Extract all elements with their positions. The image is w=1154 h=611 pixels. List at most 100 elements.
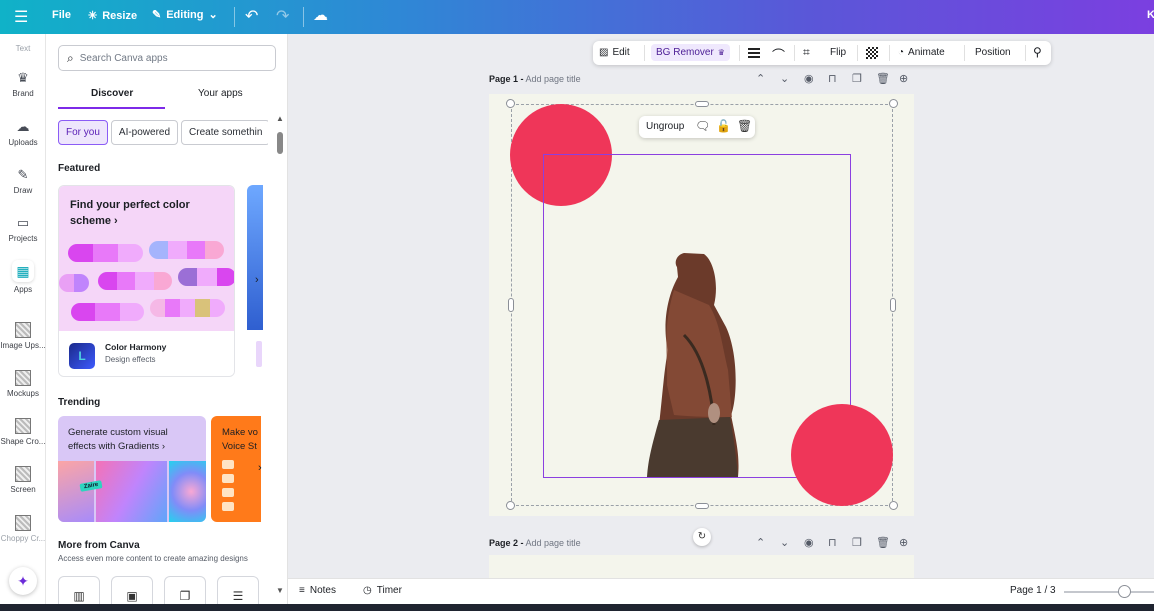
resize-handle[interactable]	[506, 501, 515, 510]
rotate-handle-icon[interactable]: ↻	[693, 528, 711, 546]
scroll-up-icon[interactable]: ▲	[276, 114, 284, 123]
ungroup-button[interactable]: Ungroup	[646, 121, 684, 132]
editing-mode-button[interactable]: ✎ Editing ⌄	[152, 8, 218, 22]
cloud-save-icon[interactable]: ☁	[313, 6, 328, 24]
rail-item-text[interactable]: Text	[0, 44, 46, 53]
database-icon[interactable]: ☰	[217, 576, 259, 604]
context-toolbar: ▨ Edit BG Remover ♛ ⌒ ⌗ Flip ◔ Animate Posi…	[593, 41, 1051, 65]
chevron-down-icon[interactable]: ⌄	[780, 536, 789, 549]
more-from-canva-list: ▥ ▣ ❐ ☰	[58, 576, 278, 604]
flip-button[interactable]: Flip	[830, 47, 846, 58]
rail-item-apps[interactable]: ▦ Apps	[0, 260, 46, 294]
notes-button[interactable]: ≡ Notes	[299, 585, 336, 596]
chip-for-you[interactable]: For you	[58, 120, 108, 145]
tab-your-apps[interactable]: Your apps	[198, 88, 243, 99]
pencil-icon: ✎	[152, 9, 162, 21]
chip-ai-powered[interactable]: AI-powered	[110, 120, 179, 145]
rail-item-mockups[interactable]: Mockups	[0, 370, 46, 398]
delete-page-icon[interactable]: 🗑	[876, 536, 890, 549]
rail-item-shape-crop[interactable]: Shape Cro...	[0, 418, 46, 446]
rail-item-projects[interactable]: ▭ Projects	[0, 215, 46, 243]
copy-icon[interactable]: ❐	[164, 576, 206, 604]
resize-handle[interactable]	[695, 503, 709, 509]
apps-grid-icon: ▦	[12, 260, 34, 282]
page-2-title-input[interactable]: Add page title	[526, 538, 581, 548]
tab-discover[interactable]: Discover	[91, 88, 133, 99]
page-2-canvas[interactable]	[489, 555, 914, 578]
duplicate-page-icon[interactable]: ❐	[852, 536, 862, 549]
folder-icon: ▭	[16, 215, 30, 230]
add-page-icon[interactable]: ⊕	[899, 72, 908, 85]
timer-button[interactable]: ◷ Timer	[363, 585, 402, 596]
featured-card-next-peek[interactable]	[247, 185, 263, 330]
trending-card-gradients[interactable]: Generate custom visual effects with Grad…	[58, 416, 206, 522]
carousel-next-icon[interactable]: ›	[255, 274, 259, 286]
unlock-icon[interactable]: 🔓	[716, 119, 731, 133]
magic-sparkle-icon[interactable]: ✦	[9, 567, 37, 595]
crown-icon: ♛	[717, 48, 725, 57]
chevron-up-icon[interactable]: ⌃	[756, 536, 765, 549]
transparency-icon[interactable]	[866, 47, 878, 59]
animate-button[interactable]: ◔ Animate	[898, 47, 945, 58]
resize-handle[interactable]	[890, 298, 896, 312]
chevron-up-icon[interactable]: ⌃	[756, 72, 765, 85]
comment-add-icon[interactable]: 🗨	[695, 119, 710, 133]
play-icon	[222, 474, 234, 483]
hide-page-icon[interactable]: ◉	[804, 536, 814, 549]
redo-icon[interactable]: ↷	[276, 6, 289, 26]
delete-page-icon[interactable]: 🗑	[876, 72, 890, 85]
rail-item-screen[interactable]: Screen	[0, 466, 46, 494]
resize-handle[interactable]	[506, 99, 515, 108]
swatch-pill	[98, 272, 172, 290]
resize-button[interactable]: ✳ Resize	[88, 9, 137, 23]
left-rail: Text ♛ Brand ☁ Uploads ✎ Draw ▭ Projects ▦ Ap…	[0, 34, 46, 604]
red-circle-shape[interactable]	[791, 404, 893, 506]
file-menu[interactable]: File	[52, 9, 71, 21]
resize-handle[interactable]	[889, 501, 898, 510]
page-indicator[interactable]: Page 1 / 3	[1010, 585, 1056, 596]
add-page-icon[interactable]: ⊕	[899, 536, 908, 549]
bg-remover-button[interactable]: BG Remover ♛	[651, 44, 730, 61]
trash-icon[interactable]: 🗑	[737, 119, 752, 133]
resize-handle[interactable]	[508, 298, 514, 312]
page-1-title-input[interactable]: Add page title	[526, 74, 581, 84]
corner-rounding-icon[interactable]: ⌒	[772, 45, 785, 64]
rail-item-uploads[interactable]: ☁ Uploads	[0, 119, 46, 147]
notes-icon: ≡	[299, 585, 305, 596]
search-input[interactable]: ⌕ Search Canva apps	[58, 45, 276, 71]
resize-handle[interactable]	[889, 99, 898, 108]
rail-item-image-upscaler[interactable]: Image Ups...	[0, 322, 46, 350]
image-icon[interactable]: ▣	[111, 576, 153, 604]
mockups-icon	[15, 370, 31, 386]
scroll-thumb[interactable]	[277, 132, 283, 154]
hide-page-icon[interactable]: ◉	[804, 72, 814, 85]
position-button[interactable]: Position	[975, 47, 1011, 58]
scrollbar[interactable]: ▲ ▼	[275, 112, 285, 598]
more-subheading: Access even more content to create amazi…	[58, 554, 248, 563]
carousel-next-icon[interactable]: ›	[258, 462, 262, 474]
chart-icon[interactable]: ▥	[58, 576, 100, 604]
hamburger-icon[interactable]: ☰	[14, 7, 28, 27]
animate-icon: ◔	[898, 47, 905, 58]
chevron-down-icon[interactable]: ⌄	[780, 72, 789, 85]
gradient-preview	[169, 461, 206, 522]
zoom-slider-knob[interactable]	[1118, 585, 1131, 598]
border-style-icon[interactable]	[748, 48, 760, 58]
resize-handle[interactable]	[695, 101, 709, 107]
rail-item-brand[interactable]: ♛ Brand	[0, 70, 46, 98]
duplicate-page-icon[interactable]: ❐	[852, 72, 862, 85]
paint-roller-icon[interactable]: ⚲	[1033, 45, 1042, 59]
chip-create-something[interactable]: Create somethin	[181, 120, 268, 145]
edit-image-button[interactable]: ▨ Edit	[599, 47, 630, 58]
crop-icon[interactable]: ⌗	[803, 45, 810, 60]
avatar[interactable]: K	[1147, 9, 1154, 21]
tabs: Discover Your apps	[58, 82, 276, 109]
rail-item-draw[interactable]: ✎ Draw	[0, 167, 46, 195]
rail-item-choppy-crop[interactable]: Choppy Cr...	[0, 515, 46, 543]
trending-card-voice[interactable]: Make vo Voice St	[211, 416, 261, 522]
zoom-slider[interactable]	[1064, 591, 1154, 593]
lock-icon[interactable]: ⊓	[828, 536, 837, 549]
featured-card[interactable]: Find your perfect color scheme › L Color…	[58, 185, 235, 377]
undo-icon[interactable]: ↶	[245, 6, 258, 26]
lock-icon[interactable]: ⊓	[828, 72, 837, 85]
